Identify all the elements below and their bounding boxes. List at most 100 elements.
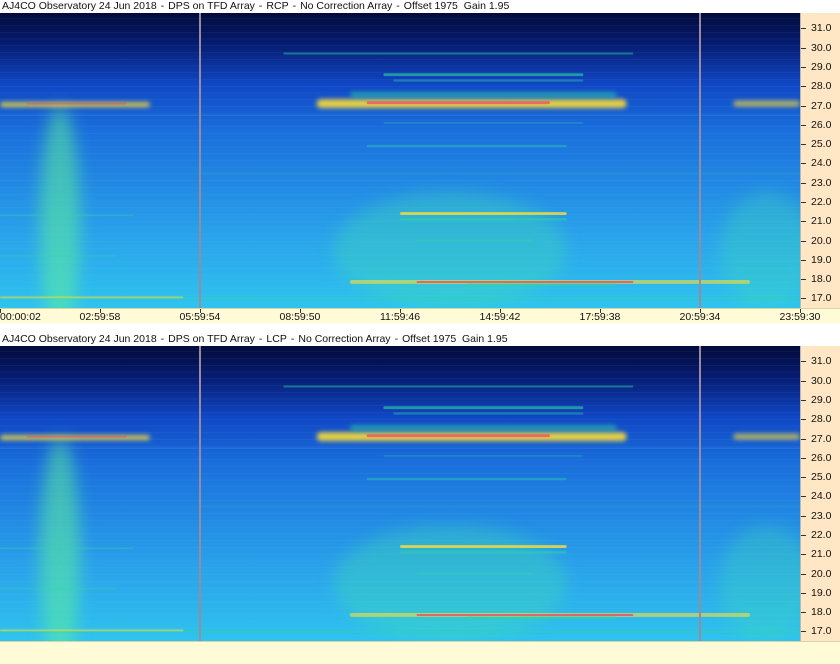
y-tick-label: 22.0 xyxy=(811,195,832,208)
emission-band xyxy=(400,218,567,221)
title-polarization: LCP xyxy=(266,333,287,345)
title-observatory: AJ4CO Observatory 24 Jun 2018 xyxy=(2,333,157,345)
y-tick-label: 20.0 xyxy=(811,234,832,247)
y-tick-label: 23.0 xyxy=(811,509,832,522)
title-separator: - xyxy=(396,0,400,12)
y-tick xyxy=(801,221,806,223)
x-tick-label: 14:59:42 xyxy=(479,311,521,323)
title-observatory: AJ4CO Observatory 24 Jun 2018 xyxy=(2,0,157,12)
title-gain: Gain 1.95 xyxy=(462,333,508,345)
y-tick-label: 19.0 xyxy=(811,253,832,266)
title-correction: No Correction Array xyxy=(298,333,391,345)
title-polarization: RCP xyxy=(266,0,289,12)
time-marker-line xyxy=(699,13,701,308)
title-array: DPS on TFD Array xyxy=(168,0,255,12)
y-tick xyxy=(801,298,806,300)
y-tick-label: 18.0 xyxy=(811,273,832,286)
emission-band xyxy=(466,283,617,287)
y-tick xyxy=(801,438,806,440)
spectrogram-canvas xyxy=(0,13,800,308)
y-tick xyxy=(801,631,806,633)
y-tick xyxy=(801,515,806,517)
y-tick-label: 29.0 xyxy=(811,60,832,73)
y-tick-label: 31.0 xyxy=(811,22,832,35)
frequency-axis-rcp: 31.0 30.0 29.0 28.0 27.0 26.0 25.0 24.0 23.0 22.0… xyxy=(800,13,840,308)
panel-rcp-title: AJ4CO Observatory 24 Jun 2018- DPS on TFD… xyxy=(2,0,509,12)
y-tick xyxy=(801,259,806,261)
time-marker-line xyxy=(699,346,701,641)
spectrogram-rcp xyxy=(0,13,800,308)
y-tick-label: 27.0 xyxy=(811,432,832,445)
spectrogram-canvas xyxy=(0,346,800,641)
emission-band xyxy=(0,588,117,590)
y-tick xyxy=(801,534,806,536)
emission-band xyxy=(733,433,800,440)
y-tick-label: 24.0 xyxy=(811,490,832,503)
y-tick-label: 31.0 xyxy=(811,355,832,368)
emission-band xyxy=(416,239,534,242)
y-tick xyxy=(801,573,806,575)
emission-band xyxy=(0,629,184,632)
title-separator: - xyxy=(394,333,399,345)
y-tick xyxy=(801,361,806,363)
title-correction: No Correction Array xyxy=(300,0,393,12)
emission-band xyxy=(0,114,800,116)
y-tick-label: 21.0 xyxy=(811,215,832,228)
time-axis: 00:00:02 02:59:58 05:59:54 08:59:50 11:59:46… xyxy=(0,308,840,323)
y-tick-label: 27.0 xyxy=(811,99,832,112)
y-tick xyxy=(801,182,806,184)
y-tick-label: 17.0 xyxy=(811,292,832,305)
emission-band xyxy=(383,454,584,457)
emission-band xyxy=(283,52,634,55)
emission-band xyxy=(0,296,184,299)
y-tick xyxy=(801,28,806,30)
y-tick xyxy=(801,66,806,68)
y-tick xyxy=(801,419,806,421)
y-tick xyxy=(801,554,806,556)
y-tick-label: 19.0 xyxy=(811,586,832,599)
y-tick xyxy=(801,240,806,242)
emission-band xyxy=(466,616,617,620)
x-tick-label: 02:59:58 xyxy=(79,311,121,323)
x-tick-label: 11:59:46 xyxy=(380,311,421,323)
emission-glow xyxy=(333,525,567,641)
x-tick-label: 20:59:34 xyxy=(679,311,721,323)
y-tick-label: 22.0 xyxy=(811,528,832,541)
emission-band xyxy=(0,447,800,449)
y-tick-label: 28.0 xyxy=(811,80,832,93)
y-tick xyxy=(801,457,806,459)
emission-band xyxy=(0,255,117,257)
emission-band xyxy=(200,172,800,174)
title-separator: - xyxy=(258,0,263,12)
x-tick-label: 17:59:38 xyxy=(579,311,621,323)
emission-band xyxy=(26,435,127,438)
emission-band xyxy=(0,214,134,217)
x-tick-label: 08:59:50 xyxy=(279,311,321,323)
y-tick xyxy=(801,477,806,479)
y-tick xyxy=(801,399,806,401)
y-tick-label: 25.0 xyxy=(811,138,832,151)
y-tick-label: 17.0 xyxy=(811,625,832,638)
y-tick xyxy=(801,163,806,165)
y-tick xyxy=(801,124,806,126)
title-offset: Offset 1975 xyxy=(403,0,458,12)
bottom-bar xyxy=(0,641,840,664)
emission-band xyxy=(200,505,800,507)
time-marker-line xyxy=(199,346,201,641)
y-tick xyxy=(801,592,806,594)
title-separator: - xyxy=(160,333,165,345)
y-tick xyxy=(801,279,806,281)
y-tick-label: 25.0 xyxy=(811,471,832,484)
emission-band xyxy=(733,100,800,107)
y-tick-label: 29.0 xyxy=(811,393,832,406)
title-gain: Gain 1.95 xyxy=(463,0,510,12)
emission-glow xyxy=(333,192,567,308)
title-separator: - xyxy=(258,333,263,345)
emission-band xyxy=(366,434,550,438)
y-tick-label: 23.0 xyxy=(811,176,832,189)
emission-band xyxy=(383,406,584,410)
title-array: DPS on TFD Array xyxy=(168,333,255,345)
y-tick-label: 21.0 xyxy=(811,548,832,561)
emission-band xyxy=(26,102,127,105)
y-tick-label: 28.0 xyxy=(811,413,832,426)
